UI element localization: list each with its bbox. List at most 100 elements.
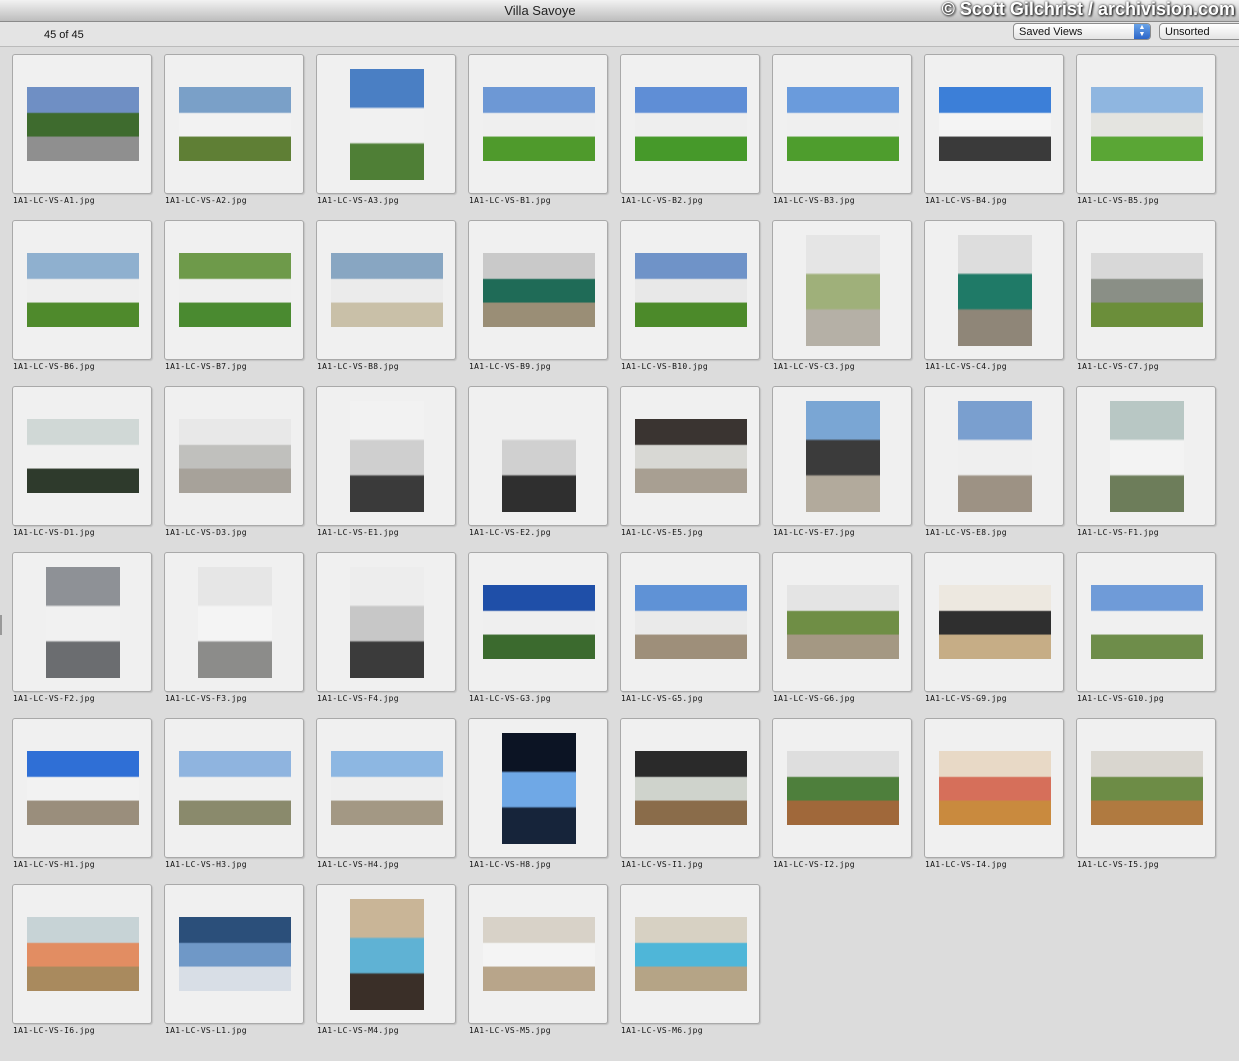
thumbnail-item[interactable]: 1A1-LC-VS-B3.jpg [772, 54, 912, 214]
thumbnail-item[interactable]: 1A1-LC-VS-E8.jpg [924, 386, 1064, 546]
thumbnail-item[interactable]: 1A1-LC-VS-A2.jpg [164, 54, 304, 214]
thumbnail-image[interactable] [27, 917, 139, 991]
thumbnail-item[interactable]: 1A1-LC-VS-G10.jpg [1076, 552, 1216, 712]
thumbnail-image[interactable] [27, 751, 139, 825]
thumbnail-item[interactable]: 1A1-LC-VS-A3.jpg [316, 54, 456, 214]
thumbnail-image[interactable] [1110, 401, 1184, 512]
thumbnail-image[interactable] [179, 419, 291, 493]
thumbnail-frame[interactable] [620, 220, 760, 360]
thumbnail-frame[interactable] [12, 386, 152, 526]
thumbnail-image[interactable] [1091, 751, 1203, 825]
thumbnail-image[interactable] [502, 401, 576, 512]
thumbnail-item[interactable]: 1A1-LC-VS-H8.jpg [468, 718, 608, 878]
thumbnail-frame[interactable] [12, 54, 152, 194]
thumbnail-item[interactable]: 1A1-LC-VS-I5.jpg [1076, 718, 1216, 878]
thumbnail-frame[interactable] [1076, 54, 1216, 194]
thumbnail-frame[interactable] [316, 220, 456, 360]
thumbnail-item[interactable]: 1A1-LC-VS-M6.jpg [620, 884, 760, 1044]
thumbnail-image[interactable] [635, 917, 747, 991]
thumbnail-item[interactable]: 1A1-LC-VS-M5.jpg [468, 884, 608, 1044]
thumbnail-image[interactable] [483, 585, 595, 659]
thumbnail-frame[interactable] [1076, 386, 1216, 526]
thumbnail-item[interactable]: 1A1-LC-VS-H3.jpg [164, 718, 304, 878]
thumbnail-image[interactable] [483, 87, 595, 161]
thumbnail-frame[interactable] [12, 884, 152, 1024]
thumbnail-image[interactable] [1091, 253, 1203, 327]
thumbnail-image[interactable] [958, 401, 1032, 512]
thumbnail-frame[interactable] [620, 386, 760, 526]
thumbnail-item[interactable]: 1A1-LC-VS-I4.jpg [924, 718, 1064, 878]
thumbnail-item[interactable]: 1A1-LC-VS-G3.jpg [468, 552, 608, 712]
thumbnail-frame[interactable] [468, 220, 608, 360]
thumbnail-frame[interactable] [164, 884, 304, 1024]
thumbnail-image[interactable] [635, 585, 747, 659]
thumbnail-image[interactable] [350, 567, 424, 678]
thumbnail-item[interactable]: 1A1-LC-VS-A1.jpg [12, 54, 152, 214]
thumbnail-image[interactable] [179, 87, 291, 161]
thumbnail-item[interactable]: 1A1-LC-VS-G6.jpg [772, 552, 912, 712]
thumbnail-frame[interactable] [772, 718, 912, 858]
thumbnail-frame[interactable] [924, 386, 1064, 526]
thumbnail-image[interactable] [350, 69, 424, 180]
thumbnail-image[interactable] [350, 401, 424, 512]
thumbnail-frame[interactable] [316, 884, 456, 1024]
thumbnail-frame[interactable] [620, 54, 760, 194]
thumbnail-item[interactable]: 1A1-LC-VS-F1.jpg [1076, 386, 1216, 546]
thumbnail-frame[interactable] [924, 54, 1064, 194]
thumbnail-image[interactable] [635, 87, 747, 161]
thumbnail-image[interactable] [179, 253, 291, 327]
thumbnail-frame[interactable] [316, 54, 456, 194]
thumbnail-item[interactable]: 1A1-LC-VS-E1.jpg [316, 386, 456, 546]
saved-views-select[interactable]: Saved Views ▲ ▼ [1013, 23, 1151, 40]
thumbnail-item[interactable]: 1A1-LC-VS-B6.jpg [12, 220, 152, 380]
thumbnail-frame[interactable] [924, 552, 1064, 692]
thumbnail-item[interactable]: 1A1-LC-VS-D1.jpg [12, 386, 152, 546]
thumbnail-item[interactable]: 1A1-LC-VS-B7.jpg [164, 220, 304, 380]
thumbnail-frame[interactable] [468, 552, 608, 692]
thumbnail-item[interactable]: 1A1-LC-VS-I6.jpg [12, 884, 152, 1044]
thumbnail-image[interactable] [1091, 87, 1203, 161]
thumbnail-frame[interactable] [772, 386, 912, 526]
thumbnail-item[interactable]: 1A1-LC-VS-B1.jpg [468, 54, 608, 214]
thumbnail-frame[interactable] [468, 386, 608, 526]
thumbnail-item[interactable]: 1A1-LC-VS-B10.jpg [620, 220, 760, 380]
thumbnail-frame[interactable] [12, 718, 152, 858]
thumbnail-image[interactable] [787, 751, 899, 825]
thumbnail-item[interactable]: 1A1-LC-VS-M4.jpg [316, 884, 456, 1044]
thumbnail-item[interactable]: 1A1-LC-VS-H4.jpg [316, 718, 456, 878]
thumbnail-image[interactable] [179, 917, 291, 991]
thumbnail-item[interactable]: 1A1-LC-VS-F4.jpg [316, 552, 456, 712]
thumbnail-frame[interactable] [772, 552, 912, 692]
thumbnail-frame[interactable] [924, 220, 1064, 360]
thumbnail-image[interactable] [198, 567, 272, 678]
thumbnail-frame[interactable] [468, 718, 608, 858]
thumbnail-item[interactable]: 1A1-LC-VS-B4.jpg [924, 54, 1064, 214]
sort-select[interactable]: Unsorted [1159, 23, 1239, 40]
thumbnail-image[interactable] [787, 87, 899, 161]
thumbnail-image[interactable] [806, 235, 880, 346]
thumbnail-frame[interactable] [468, 54, 608, 194]
thumbnail-frame[interactable] [924, 718, 1064, 858]
thumbnail-item[interactable]: 1A1-LC-VS-F2.jpg [12, 552, 152, 712]
thumbnail-frame[interactable] [468, 884, 608, 1024]
thumbnail-image[interactable] [179, 751, 291, 825]
thumbnail-item[interactable]: 1A1-LC-VS-I1.jpg [620, 718, 760, 878]
thumbnail-image[interactable] [787, 585, 899, 659]
thumbnail-item[interactable]: 1A1-LC-VS-L1.jpg [164, 884, 304, 1044]
thumbnail-frame[interactable] [316, 552, 456, 692]
thumbnail-frame[interactable] [164, 54, 304, 194]
thumbnail-frame[interactable] [164, 552, 304, 692]
thumbnail-image[interactable] [502, 733, 576, 844]
thumbnail-image[interactable] [27, 87, 139, 161]
thumbnail-frame[interactable] [164, 220, 304, 360]
thumbnail-item[interactable]: 1A1-LC-VS-C7.jpg [1076, 220, 1216, 380]
thumbnail-frame[interactable] [772, 54, 912, 194]
thumbnail-item[interactable]: 1A1-LC-VS-B9.jpg [468, 220, 608, 380]
thumbnail-item[interactable]: 1A1-LC-VS-E7.jpg [772, 386, 912, 546]
thumbnail-item[interactable]: 1A1-LC-VS-B2.jpg [620, 54, 760, 214]
thumbnail-image[interactable] [483, 917, 595, 991]
thumbnail-item[interactable]: 1A1-LC-VS-E5.jpg [620, 386, 760, 546]
thumbnail-frame[interactable] [316, 386, 456, 526]
thumbnail-image[interactable] [27, 419, 139, 493]
thumbnail-image[interactable] [806, 401, 880, 512]
